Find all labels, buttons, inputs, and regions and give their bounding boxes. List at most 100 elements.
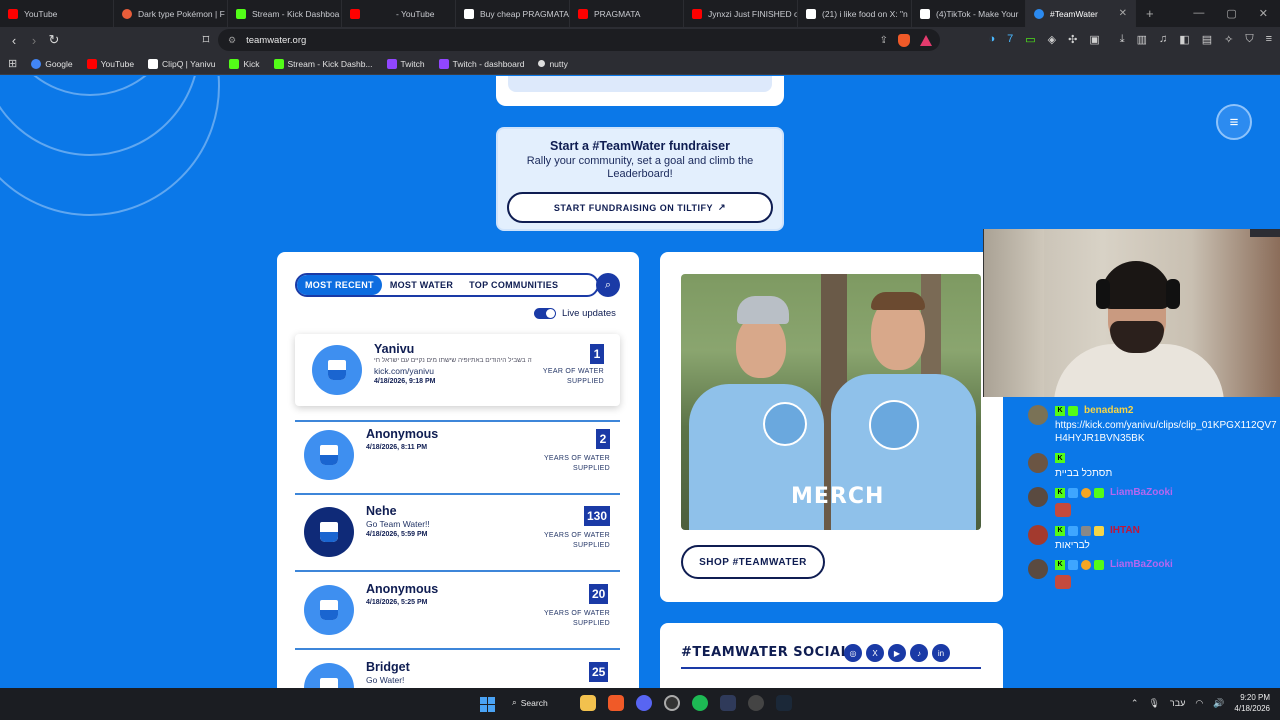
volume-icon[interactable]: 🔊 — [1213, 698, 1224, 709]
microphone-icon[interactable]: 🎙 — [1148, 698, 1159, 709]
tab-pragmata-shop[interactable]: Buy cheap PRAGMATA — [456, 0, 570, 27]
extension-icon[interactable]: 7 — [1007, 33, 1013, 46]
reload-icon[interactable]: ↻ — [44, 32, 64, 48]
wifi-icon[interactable]: ◠ — [1195, 698, 1203, 709]
instagram-icon[interactable]: ◎ — [844, 644, 862, 662]
taskbar-search[interactable]: ⌕ Search — [512, 697, 548, 708]
close-window-icon[interactable]: ✕ — [1259, 7, 1268, 20]
windows-start-icon[interactable] — [480, 697, 495, 712]
leaderboard-row[interactable]: Nehe Go Team Water!! 4/18/2026, 5:59 PM … — [295, 496, 620, 572]
tiktok-icon[interactable]: ♪ — [910, 644, 928, 662]
tab-youtube[interactable]: YouTube — [0, 0, 114, 27]
bookmark-twitch[interactable]: Twitch — [386, 58, 425, 69]
tab-most-recent[interactable]: MOST RECENT — [297, 275, 382, 295]
back-icon[interactable]: ‹ — [4, 33, 24, 48]
user-avatar — [1028, 405, 1048, 425]
library-icon[interactable]: ▥ — [1137, 33, 1147, 46]
maximize-icon[interactable]: ▢ — [1226, 7, 1236, 20]
leo-icon[interactable]: ✧ — [1224, 33, 1233, 46]
linkedin-icon[interactable]: in — [932, 644, 950, 662]
minimize-icon[interactable]: — — [1193, 7, 1204, 20]
tab-tiktok[interactable]: (4)TikTok - Make Your — [912, 0, 1026, 27]
tab-jynxzi[interactable]: Jynxzi Just FINISHED o — [684, 0, 798, 27]
start-fundraising-button[interactable]: START FUNDRAISING ON TILTIFY ↗ — [507, 192, 773, 223]
clock[interactable]: 9:20 PM 4/18/2026 — [1234, 692, 1270, 714]
bookmark-nutty[interactable]: nutty — [538, 59, 568, 69]
forward-icon[interactable]: › — [24, 33, 44, 48]
bookmark-google[interactable]: Google — [31, 58, 73, 69]
download-icon[interactable]: ⤓ — [1120, 33, 1125, 46]
vpn-icon[interactable]: ⛉ — [1245, 33, 1253, 46]
tab-x[interactable]: (21) i like food on X: "n — [798, 0, 912, 27]
brave-icon[interactable] — [608, 695, 624, 711]
sub-badge-icon — [1094, 487, 1104, 498]
file-explorer-icon[interactable] — [580, 695, 596, 711]
new-tab-button[interactable]: + — [1136, 6, 1154, 21]
leaderboard-row[interactable]: Bridget Go Water! 25 — [295, 652, 620, 688]
live-updates-toggle[interactable] — [534, 308, 556, 319]
bookmark-youtube[interactable]: YouTube — [86, 58, 134, 69]
apps-icon[interactable]: ⊞ — [8, 57, 17, 70]
obs-icon[interactable] — [664, 695, 680, 711]
youtube-icon[interactable]: ▶ — [888, 644, 906, 662]
leaderboard-row[interactable]: Yanivu זה בשביל היהודים באתיופיה שישתו מ… — [295, 334, 620, 422]
url-text[interactable]: teamwater.org — [246, 35, 306, 46]
wallet-icon[interactable]: ▤ — [1202, 33, 1212, 46]
discord-icon[interactable] — [636, 695, 652, 711]
brave-shield-icon[interactable] — [898, 33, 910, 47]
tab-top-communities[interactable]: TOP COMMUNITIES — [461, 275, 566, 295]
x-icon — [806, 8, 816, 19]
sidebar-icon[interactable]: ◧ — [1179, 33, 1189, 46]
share-icon[interactable]: ⇪ — [880, 35, 888, 46]
menu-button[interactable]: ≡ — [1216, 104, 1252, 140]
screenshot-icon[interactable]: ▣ — [1089, 33, 1099, 46]
steam-icon[interactable] — [776, 695, 792, 711]
badge-icon — [1068, 487, 1078, 498]
bookmark-icon[interactable]: ⌑ — [196, 32, 216, 48]
site-settings-icon[interactable]: ⚙ — [228, 35, 236, 46]
tab-pokemon[interactable]: Dark type Pokémon | F — [114, 0, 228, 27]
top-card — [496, 76, 784, 106]
chevron-up-icon[interactable]: ⌃ — [1131, 698, 1139, 709]
cup-avatar — [304, 663, 354, 688]
twitch-icon — [438, 58, 449, 69]
tab-kick-dashboard[interactable]: Stream - Kick Dashboa — [228, 0, 342, 27]
leaderboard-card: MOST RECENT MOST WATER TOP COMMUNITIES ⌕… — [277, 252, 639, 688]
app-icon[interactable] — [748, 695, 764, 711]
leaderboard-row[interactable]: Anonymous 4/18/2026, 8:11 PM 2 YEARS OF … — [295, 419, 620, 495]
taskbar-apps — [580, 695, 792, 711]
leaderboard-row[interactable]: Anonymous 4/18/2026, 5:25 PM 20 YEARS OF… — [295, 574, 620, 650]
cup-avatar — [304, 585, 354, 635]
tab-teamwater[interactable]: #TeamWater ✕ — [1026, 0, 1136, 27]
tab-youtube-2[interactable]: - YouTube — [342, 0, 456, 27]
kick-icon — [273, 58, 284, 69]
bookmark-kick[interactable]: Kick — [229, 58, 260, 69]
cup-avatar — [312, 345, 362, 395]
language-indicator[interactable]: עבר — [1170, 698, 1185, 708]
social-links: ◎ X ▶ ♪ in — [844, 644, 950, 662]
shop-teamwater-button[interactable]: SHOP #TEAMWATER — [681, 545, 825, 579]
bookmark-twitch-dashboard[interactable]: Twitch - dashboard — [438, 58, 524, 69]
app-icon[interactable] — [720, 695, 736, 711]
amount-badge: 130 — [584, 506, 611, 526]
music-icon[interactable]: ♫ — [1159, 33, 1167, 46]
youtube-icon — [350, 8, 360, 19]
extension-icon[interactable]: ◑ — [988, 33, 995, 46]
bookmark-kick-dashboard[interactable]: Stream - Kick Dashb... — [273, 58, 373, 69]
address-bar[interactable]: ⚙ teamwater.org ⇪ — [218, 29, 940, 51]
close-tab-icon[interactable]: ✕ — [1119, 8, 1127, 19]
tab-pragmata[interactable]: PRAGMATA — [570, 0, 684, 27]
search-button[interactable]: ⌕ — [596, 273, 620, 297]
menu-icon[interactable]: ≡ — [1266, 33, 1272, 46]
gg-icon — [464, 8, 474, 19]
extension-icon[interactable]: ▭ — [1025, 33, 1035, 46]
kick-badge-icon: K — [1055, 525, 1065, 536]
kick-badge-icon: K — [1055, 405, 1065, 416]
puzzle-icon[interactable]: ✣ — [1068, 33, 1077, 46]
x-icon[interactable]: X — [866, 644, 884, 662]
spotify-icon[interactable] — [692, 695, 708, 711]
bookmark-clipq[interactable]: ClipQ | Yanivu — [148, 58, 215, 69]
tab-most-water[interactable]: MOST WATER — [382, 275, 461, 295]
brave-rewards-icon[interactable] — [920, 34, 932, 46]
extension-icon[interactable]: ◈ — [1048, 33, 1056, 46]
